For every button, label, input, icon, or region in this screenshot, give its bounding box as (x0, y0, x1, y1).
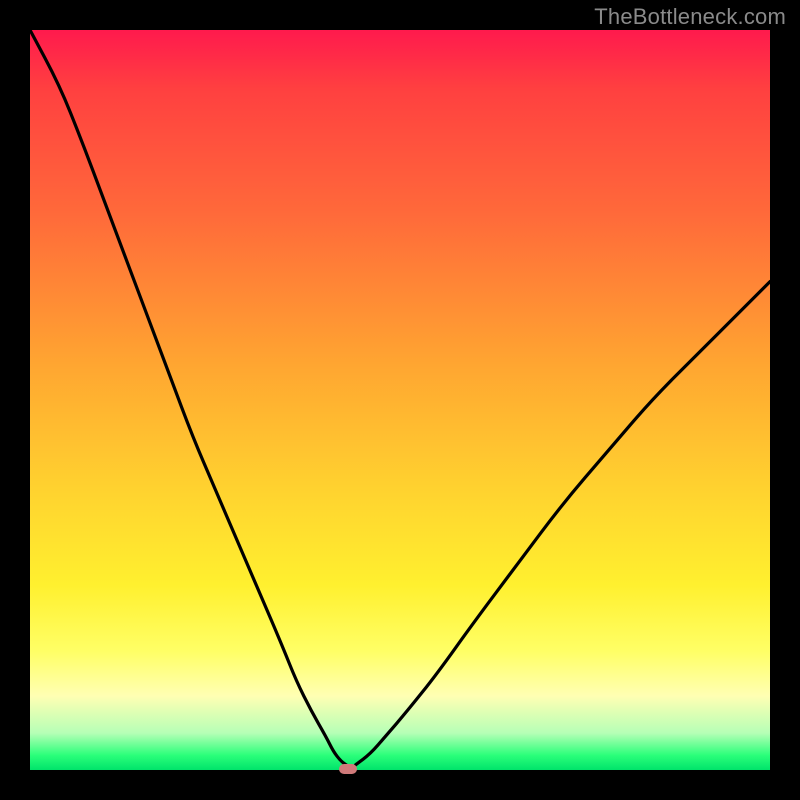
curve-right-branch (356, 282, 770, 765)
chart-root: TheBottleneck.com (0, 0, 800, 800)
curve-left-branch (30, 30, 348, 766)
watermark-text: TheBottleneck.com (594, 4, 786, 30)
minimum-marker (339, 764, 357, 774)
bottleneck-curve (30, 30, 770, 770)
plot-area (30, 30, 770, 770)
